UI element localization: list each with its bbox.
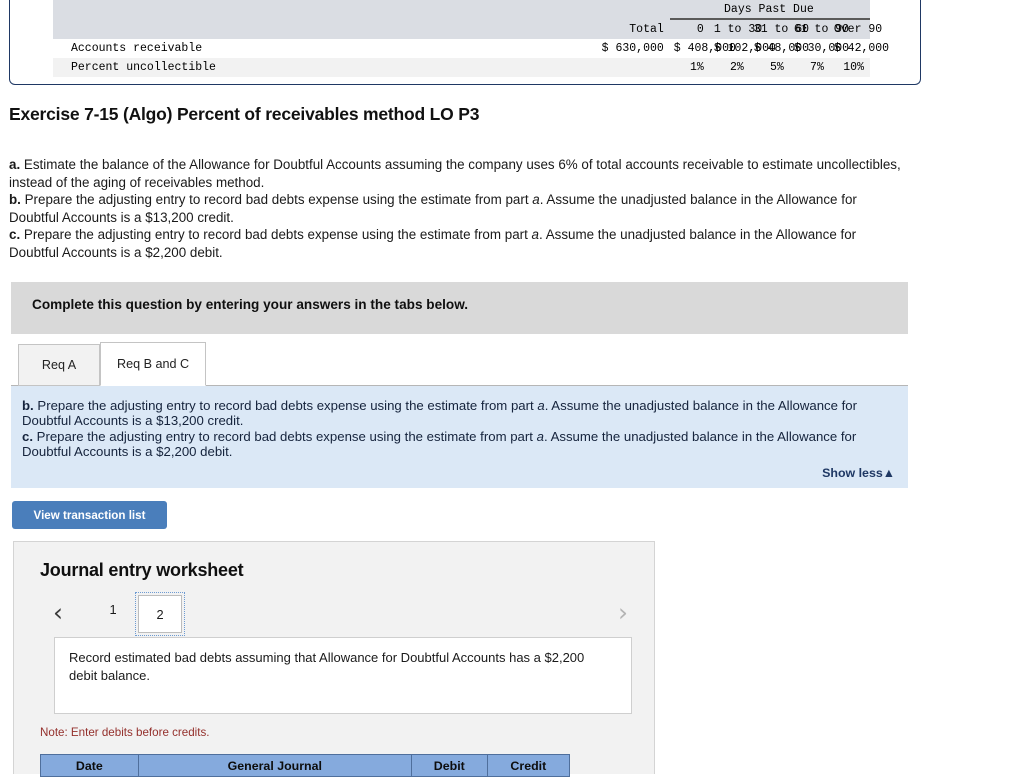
aging-col-header-total: Total <box>478 19 670 39</box>
journal-col-general-journal: General Journal <box>137 754 412 777</box>
aging-cell-0: $ 408,000 <box>669 39 736 58</box>
aging-cell-61-90: 7% <box>789 58 830 77</box>
tab-bar: Req A Req B and C <box>18 342 207 386</box>
blue-requirement-b: b. Prepare the adjusting entry to record… <box>22 398 867 429</box>
aging-span-header-days-past-due: Days Past Due <box>669 0 870 20</box>
active-tab-instructions-panel: b. Prepare the adjusting entry to record… <box>11 385 908 488</box>
aging-cell-over-90: $ 42,000 <box>829 39 889 58</box>
aging-cell-total: $ 630,000 <box>478 39 670 58</box>
blue-requirement-c: c. Prepare the adjusting entry to record… <box>22 429 867 460</box>
requirement-a-text: Estimate the balance of the Allowance fo… <box>9 157 901 190</box>
tab-req-b-and-c[interactable]: Req B and C <box>100 342 207 386</box>
aging-span-spacer-total <box>478 0 670 19</box>
aging-cell-0: 1% <box>669 58 710 77</box>
aging-table-wrapper: Days Past Due Total 0 1 to 30 31 to 60 6… <box>53 0 889 77</box>
aging-col-header-31-60: 31 to 60 <box>749 19 809 39</box>
journal-entry-header-row: Date General Journal Debit Credit <box>40 754 571 777</box>
aging-cell-31-60: $ 48,000 <box>749 39 809 58</box>
blue-requirement-c-letter: c. <box>22 428 33 444</box>
journal-entry-description-box: Record estimated bad debts assuming that… <box>54 637 632 714</box>
tab-req-a[interactable]: Req A <box>18 344 100 386</box>
requirement-c-text-pre: Prepare the adjusting entry to record ba… <box>20 227 532 243</box>
journal-col-credit: Credit <box>486 754 571 777</box>
chevron-right-icon[interactable]: › <box>618 600 628 625</box>
aging-span-spacer <box>53 0 479 19</box>
journal-col-debit: Debit <box>410 754 488 777</box>
aging-col-header-1-30: 1 to 30 <box>709 19 762 39</box>
requirement-a: a. Estimate the balance of the Allowance… <box>9 156 909 191</box>
aging-cell-61-90: $ 30,000 <box>789 39 849 58</box>
worksheet-pager: ‹ 1 2 › <box>40 592 636 640</box>
active-tab-instructions-text: b. Prepare the adjusting entry to record… <box>22 398 867 460</box>
requirement-a-letter: a. <box>9 157 21 172</box>
aging-table: Days Past Due Total 0 1 to 30 31 to 60 6… <box>53 0 889 77</box>
journal-entry-worksheet-panel: Journal entry worksheet ‹ 1 2 › Record e… <box>13 541 655 777</box>
aging-row-label: Percent uncollectible <box>53 58 479 77</box>
aging-cell-over-90: 10% <box>829 58 870 77</box>
instruction-banner: Complete this question by entering your … <box>11 282 908 334</box>
aging-col-header-over-90: Over 90 <box>829 19 882 39</box>
worksheet-page-2-selected[interactable]: 2 <box>135 592 185 636</box>
aging-cell-31-60: 5% <box>749 58 790 77</box>
aging-row-label: Accounts receivable <box>53 39 479 58</box>
aging-col-header-61-90: 61 to 90 <box>789 19 849 39</box>
aging-span-header-row: Days Past Due <box>53 0 870 20</box>
blue-requirement-c-text-pre: Prepare the adjusting entry to record ba… <box>33 428 537 444</box>
aging-row-percent-uncollectible: Percent uncollectible 1% 2% 5% 7% 10% <box>53 58 870 77</box>
journal-col-date: Date <box>40 754 139 777</box>
journal-entry-description-text: Record estimated bad debts assuming that… <box>69 650 585 683</box>
requirement-c: c. Prepare the adjusting entry to record… <box>9 226 909 261</box>
requirement-b-text-pre: Prepare the adjusting entry to record ba… <box>20 192 533 208</box>
journal-entry-worksheet-title: Journal entry worksheet <box>40 560 244 580</box>
aging-cell-1-30: $ 102,000 <box>709 39 776 58</box>
aging-row-accounts-receivable: Accounts receivable $ 630,000 $ 408,000 … <box>53 39 889 58</box>
chevron-left-icon[interactable]: ‹ <box>53 600 63 625</box>
requirement-c-letter: c. <box>9 227 21 243</box>
requirement-b: b. Prepare the adjusting entry to record… <box>9 191 909 226</box>
aging-cell-1-30: 2% <box>709 58 750 77</box>
blue-requirement-b-italic: a <box>537 398 545 413</box>
worksheet-page-1[interactable]: 1 <box>104 602 122 617</box>
blue-requirement-b-letter: b. <box>22 398 34 413</box>
requirement-c-italic: a <box>531 227 539 243</box>
page-title: Exercise 7-15 (Algo) Percent of receivab… <box>9 104 480 124</box>
requirement-b-letter: b. <box>9 192 21 208</box>
aging-column-header-row: Total 0 1 to 30 31 to 60 61 to 90 Over 9… <box>53 19 882 39</box>
aging-table-card: Days Past Due Total 0 1 to 30 31 to 60 6… <box>9 0 921 85</box>
blue-requirement-c-italic: a <box>536 428 544 444</box>
aging-col-header-0: 0 <box>669 19 710 39</box>
aging-cell-total <box>478 58 670 77</box>
debits-before-credits-note: Note: Enter debits before credits. <box>40 726 210 739</box>
aging-col-header-blank <box>53 19 479 39</box>
show-less-toggle[interactable]: Show less▲ <box>822 466 895 480</box>
requirements-block: a. Estimate the balance of the Allowance… <box>9 156 909 262</box>
instruction-banner-text: Complete this question by entering your … <box>32 297 469 312</box>
requirement-b-italic: a <box>532 192 540 208</box>
view-transaction-list-button[interactable]: View transaction list <box>12 501 167 529</box>
blue-requirement-b-text-pre: Prepare the adjusting entry to record ba… <box>33 398 538 413</box>
worksheet-page-2-label: 2 <box>138 595 182 633</box>
